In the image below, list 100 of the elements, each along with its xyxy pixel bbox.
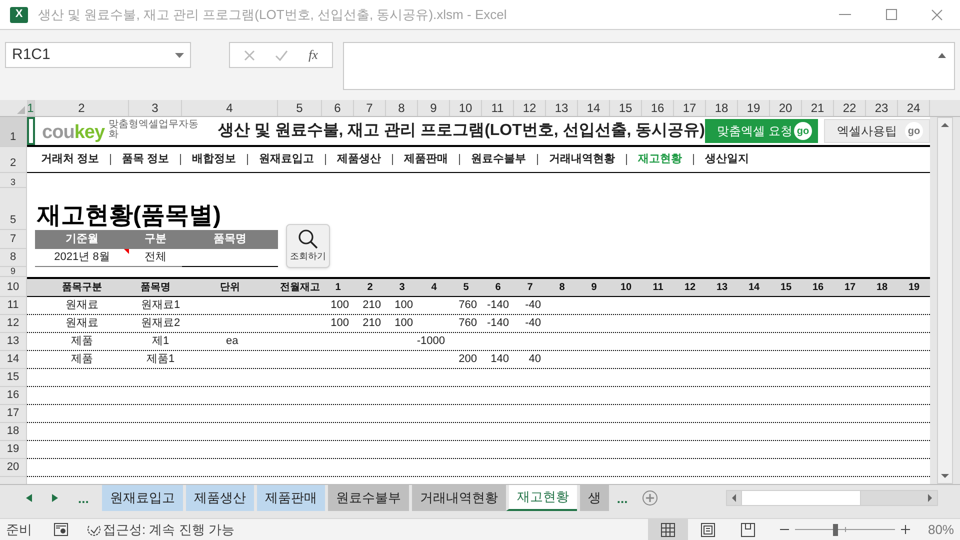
nav-link[interactable]: 원재료입고: [259, 151, 314, 168]
macro-record-icon[interactable]: [54, 523, 68, 536]
column-header[interactable]: 17: [674, 100, 706, 116]
table-cell-text: 제1: [150, 334, 170, 350]
nav-link[interactable]: 거래처 정보: [41, 151, 100, 168]
row-header[interactable]: 19: [0, 441, 27, 459]
table-cell-text: ea: [226, 334, 238, 350]
table-cell-text: 원재료: [66, 316, 98, 332]
link-button[interactable]: 엑셀사용팁 go: [824, 119, 930, 143]
column-header[interactable]: 2: [35, 100, 129, 116]
page-break-icon: [740, 522, 755, 536]
accessibility-status[interactable]: 접근성: 계속 진행 가능: [103, 520, 234, 540]
add-sheet-icon[interactable]: [642, 490, 658, 506]
window-title: 생산 및 원료수불, 재고 관리 프로그램(LOT번호, 선입선출, 동시공유).xlsm - Excel: [38, 6, 507, 24]
row-header[interactable]: 18: [0, 423, 27, 441]
column-header[interactable]: 11: [482, 100, 514, 116]
column-header[interactable]: 9: [418, 100, 450, 116]
maximize-icon: [886, 9, 896, 20]
column-heading: 12: [684, 281, 696, 295]
search-icon: [298, 228, 318, 249]
nav-link[interactable]: 원료수불부: [471, 151, 526, 168]
column-header[interactable]: 16: [642, 100, 674, 116]
column-header[interactable]: 3: [129, 100, 182, 116]
more-sheets-button[interactable]: ...: [616, 492, 628, 504]
column-header[interactable]: 14: [578, 100, 610, 116]
row-header[interactable]: 10: [0, 277, 27, 297]
nav-link[interactable]: 배합정보: [192, 151, 236, 168]
table-cell-text: 제품1: [145, 352, 175, 368]
function-button[interactable]: fx: [308, 45, 318, 65]
column-header[interactable]: 23: [866, 100, 898, 116]
row-header[interactable]: 7: [0, 230, 27, 249]
row-header[interactable]: 15: [0, 369, 27, 387]
table-cell-text: 100: [394, 298, 413, 314]
row-header[interactable]: 20: [0, 459, 27, 477]
sheet-tab[interactable]: 재고현황: [506, 485, 577, 511]
column-header[interactable]: 6: [322, 100, 354, 116]
row-header[interactable]: 16: [0, 387, 27, 405]
column-header[interactable]: 21: [802, 100, 834, 116]
collapse-icon[interactable]: [938, 53, 946, 58]
column-header[interactable]: 4: [182, 100, 278, 116]
month-field[interactable]: 2021년 8월: [54, 249, 110, 266]
nav-link[interactable]: 제품생산: [337, 151, 382, 168]
check-icon[interactable]: [275, 50, 288, 60]
go-badge: go: [905, 122, 923, 140]
column-header[interactable]: 18: [706, 100, 738, 116]
nav-link[interactable]: 품목 정보: [122, 151, 170, 168]
column-header[interactable]: 13: [546, 100, 578, 116]
zoom-thumb[interactable]: [832, 524, 838, 536]
column-header[interactable]: 1: [27, 100, 35, 116]
row-header[interactable]: 11: [0, 297, 27, 315]
column-header[interactable]: 5: [278, 100, 322, 116]
name-box[interactable]: R1C1: [5, 42, 191, 68]
nav-link[interactable]: 생산일지: [705, 151, 750, 168]
column-header[interactable]: 19: [738, 100, 770, 116]
row-header[interactable]: 3: [0, 173, 27, 188]
zoom-in-icon[interactable]: [900, 525, 910, 534]
row-header[interactable]: 14: [0, 351, 27, 369]
category-field[interactable]: 전체: [144, 249, 166, 266]
column-header[interactable]: 15: [610, 100, 642, 116]
column-heading: 14: [748, 281, 760, 295]
next-sheet-icon[interactable]: [52, 494, 58, 502]
column-heading: 15: [780, 281, 792, 295]
selected-cell-outline: [27, 117, 35, 145]
nav-link[interactable]: 제품판매: [404, 151, 448, 168]
row-header[interactable]: 5: [0, 188, 27, 230]
row-header[interactable]: 2: [0, 147, 27, 173]
status-text: 준비: [6, 520, 32, 539]
nav-link[interactable]: 재고현황: [638, 151, 682, 168]
row-header[interactable]: 8: [0, 249, 27, 267]
table-cell-text: -40: [525, 316, 541, 332]
column-heading: 5: [463, 281, 469, 295]
column-header[interactable]: 10: [450, 100, 482, 116]
horizontal-scrollbar[interactable]: [726, 490, 938, 506]
column-header[interactable]: 8: [386, 100, 418, 116]
column-header[interactable]: 22: [834, 100, 866, 116]
more-sheets-button[interactable]: ...: [78, 492, 89, 504]
formula-input[interactable]: [343, 42, 955, 90]
row-header[interactable]: 17: [0, 405, 27, 423]
search-button[interactable]: 조회하기: [286, 224, 330, 268]
column-heading: 7: [527, 281, 533, 295]
previous-sheet-icon[interactable]: [26, 494, 32, 502]
row-header[interactable]: 9: [0, 267, 27, 277]
filter-header: 품목명: [214, 232, 246, 248]
zoom-slider[interactable]: [794, 524, 895, 536]
column-header[interactable]: 20: [770, 100, 802, 116]
nav-link[interactable]: 거래내역현황: [549, 151, 616, 168]
view-button[interactable]: [648, 519, 688, 540]
column-header[interactable]: 12: [514, 100, 546, 116]
row-header[interactable]: 13: [0, 333, 27, 351]
dropdown-icon: [175, 52, 184, 58]
column-header[interactable]: 7: [354, 100, 386, 116]
row-header[interactable]: 1: [0, 117, 27, 147]
table-cell-text: -40: [525, 298, 541, 314]
column-header[interactable]: 24: [898, 100, 930, 116]
row-header[interactable]: 12: [0, 315, 27, 333]
column-heading: 9: [591, 281, 597, 295]
vertical-scrollbar[interactable]: [937, 117, 953, 484]
link-button[interactable]: 맞춤엑셀 요청 go: [705, 119, 818, 143]
filter-header: 구분: [144, 232, 166, 248]
zoom-level[interactable]: 80%: [928, 520, 954, 540]
